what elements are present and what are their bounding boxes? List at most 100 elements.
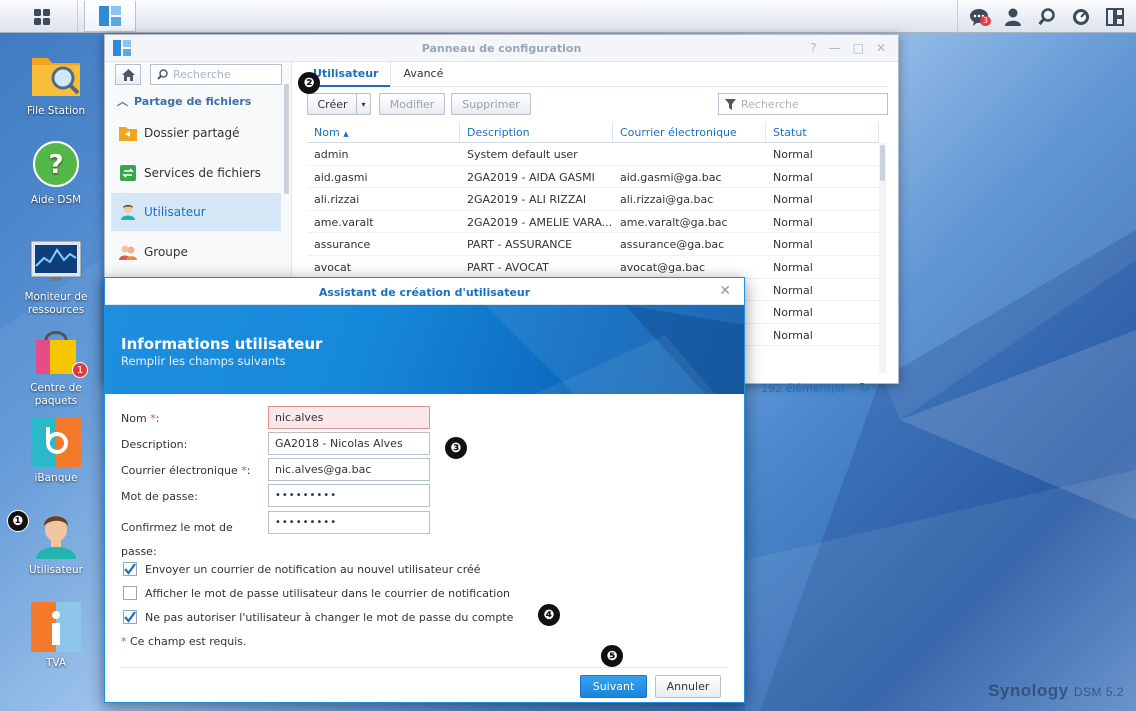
- sidebar-item-label: Services de fichiers: [144, 166, 261, 180]
- column-header-name[interactable]: Nom ▲: [307, 122, 460, 142]
- table-cell: ame.varalt@ga.bac: [620, 215, 728, 229]
- checkbox-label: Afficher le mot de passe utilisateur dan…: [145, 586, 511, 600]
- status-bar: 192 élément(s) ↻: [761, 381, 870, 396]
- desktop-icon-label: iBanque: [34, 472, 78, 484]
- home-icon: [121, 68, 135, 81]
- disallow-password-change-checkbox-row[interactable]: Ne pas autoriser l'utilisateur à changer…: [123, 610, 513, 624]
- desktop-icon-package-center[interactable]: 1 Centre de paquets: [11, 326, 101, 408]
- table-cell: PART - AVOCAT: [467, 260, 549, 274]
- table-row[interactable]: ali.rizzai 2GA2019 - ALI RIZZAI ali.rizzai…: [307, 188, 879, 211]
- desktop-icon-tva[interactable]: TVA: [11, 601, 101, 670]
- description-input[interactable]: GA2018 - Nicolas Alves: [268, 432, 430, 455]
- table-cell: ali.rizzai@ga.bac: [620, 193, 714, 207]
- step-marker-4: ❹: [538, 604, 560, 626]
- wizard-heading: Informations utilisateur: [121, 335, 323, 353]
- widgets-button[interactable]: [1098, 0, 1132, 33]
- sidebar-section-file-sharing[interactable]: ︿ Partage de fichiers: [117, 93, 251, 109]
- show-password-checkbox-row[interactable]: Afficher le mot de passe utilisateur dan…: [123, 586, 510, 600]
- table-row[interactable]: aid.gasmi 2GA2019 - AIDA GASMI aid.gasmi@g…: [307, 166, 879, 189]
- table-cell: PART - ASSURANCE: [467, 238, 573, 252]
- table-cell: aid.gasmi: [314, 170, 368, 184]
- tab-bar: Utilisateur Avancé: [301, 62, 888, 87]
- maximize-icon[interactable]: □: [853, 41, 864, 55]
- taskbar-control-panel-button[interactable]: [84, 1, 136, 32]
- wizard-title: Assistant de création d'utilisateur: [318, 286, 531, 299]
- user-toolbar: Créer ▾ Modifier Supprimer Recherche: [307, 93, 888, 116]
- show-password-checkbox[interactable]: [123, 586, 137, 600]
- password-label: Mot de passe:: [121, 490, 198, 503]
- step-marker-5: ❺: [601, 645, 623, 667]
- desktop-icon-label: Centre de paquets: [30, 382, 82, 407]
- sidebar-search-input[interactable]: Recherche: [150, 64, 282, 85]
- desktop-icon-ibanque[interactable]: iBanque: [11, 416, 101, 485]
- table-row[interactable]: ame.varalt 2GA2019 - AMELIE VARA... ame.va…: [307, 211, 879, 234]
- table-cell: Normal: [773, 260, 813, 274]
- help-icon[interactable]: ?: [810, 41, 816, 55]
- column-header-description[interactable]: Description: [460, 122, 613, 142]
- table-cell: avocat: [314, 260, 352, 274]
- search-button[interactable]: [1030, 0, 1064, 33]
- section-label: Partage de fichiers: [134, 95, 252, 108]
- refresh-icon[interactable]: ↻: [859, 381, 870, 396]
- sidebar-scrollbar[interactable]: [284, 84, 289, 194]
- table-cell: Normal: [773, 306, 813, 320]
- desktop-icon-label: File Station: [26, 105, 86, 117]
- resource-monitor-icon: [30, 240, 82, 281]
- table-row[interactable]: admin System default user Normal: [307, 143, 879, 166]
- folder-search-icon: [32, 58, 80, 96]
- item-count: 192 élément(s): [761, 382, 846, 395]
- close-icon[interactable]: ✕: [719, 283, 731, 299]
- create-button[interactable]: Créer: [307, 93, 357, 115]
- notifications-button[interactable]: 3: [962, 0, 996, 33]
- sidebar-item-shared-folder[interactable]: Dossier partagé: [111, 114, 281, 152]
- table-row[interactable]: assurance PART - ASSURANCE assurance@ga.ba…: [307, 233, 879, 256]
- checkbox-label: Envoyer un courrier de notification au n…: [145, 562, 481, 576]
- required-field-note: * Ce champ est requis.: [121, 635, 247, 648]
- sidebar-item-group[interactable]: Groupe: [111, 233, 281, 271]
- cancel-button[interactable]: Annuler: [655, 675, 721, 698]
- close-icon[interactable]: ✕: [876, 41, 886, 55]
- confirm-password-input[interactable]: •••••••••: [268, 511, 430, 534]
- column-header-email[interactable]: Courrier électronique: [613, 122, 766, 142]
- user-menu-button[interactable]: [996, 0, 1030, 33]
- password-input[interactable]: •••••••••: [268, 484, 430, 507]
- resource-widget-button[interactable]: [1064, 0, 1098, 33]
- minimize-icon[interactable]: —: [829, 41, 841, 55]
- home-button[interactable]: [115, 64, 141, 85]
- desktop-icon-file-station[interactable]: File Station: [11, 49, 101, 118]
- name-input[interactable]: nic.alves: [268, 406, 430, 429]
- next-button[interactable]: Suivant: [580, 675, 647, 698]
- control-panel-titlebar[interactable]: Panneau de configuration ? — □ ✕: [105, 35, 898, 62]
- sidebar-item-label: Groupe: [144, 245, 188, 259]
- table-cell: aid.gasmi@ga.bac: [620, 170, 722, 184]
- desktop-icon-resource-monitor[interactable]: Moniteur de ressources: [11, 235, 101, 317]
- control-panel-icon: [99, 6, 121, 26]
- name-label: Nom *:: [121, 412, 160, 425]
- tab-avance[interactable]: Avancé: [390, 62, 455, 87]
- user-icon: [121, 205, 135, 220]
- create-dropdown-button[interactable]: ▾: [356, 93, 371, 115]
- main-menu-button[interactable]: [6, 1, 78, 32]
- user-filter-input[interactable]: Recherche: [718, 93, 888, 115]
- wizard-titlebar[interactable]: Assistant de création d'utilisateur ✕: [105, 278, 744, 305]
- email-input[interactable]: nic.alves@ga.bac: [268, 458, 430, 481]
- user-avatar-icon: [36, 516, 76, 559]
- sidebar-item-file-services[interactable]: Services de fichiers: [111, 154, 281, 192]
- disallow-password-change-checkbox[interactable]: [123, 610, 137, 624]
- modify-button[interactable]: Modifier: [379, 93, 445, 115]
- main-menu-icon: [33, 8, 50, 25]
- help-icon: ?: [33, 141, 79, 187]
- column-header-status[interactable]: Statut: [766, 122, 879, 142]
- table-row[interactable]: avocat PART - AVOCAT avocat@ga.bac Normal: [307, 256, 879, 279]
- notify-user-checkbox[interactable]: [123, 562, 137, 576]
- wizard-subheading: Remplir les champs suivants: [121, 354, 286, 368]
- desktop-icon-aide-dsm[interactable]: ? Aide DSM: [11, 138, 101, 207]
- table-scrollbar[interactable]: [879, 143, 886, 373]
- scrollbar-thumb[interactable]: [880, 145, 885, 181]
- table-cell: avocat@ga.bac: [620, 260, 706, 274]
- notify-user-checkbox-row[interactable]: Envoyer un courrier de notification au n…: [123, 562, 481, 576]
- checkmark-icon: [124, 563, 136, 575]
- widgets-icon: [1106, 7, 1124, 26]
- sidebar-item-user[interactable]: Utilisateur: [111, 193, 281, 231]
- delete-button[interactable]: Supprimer: [451, 93, 531, 115]
